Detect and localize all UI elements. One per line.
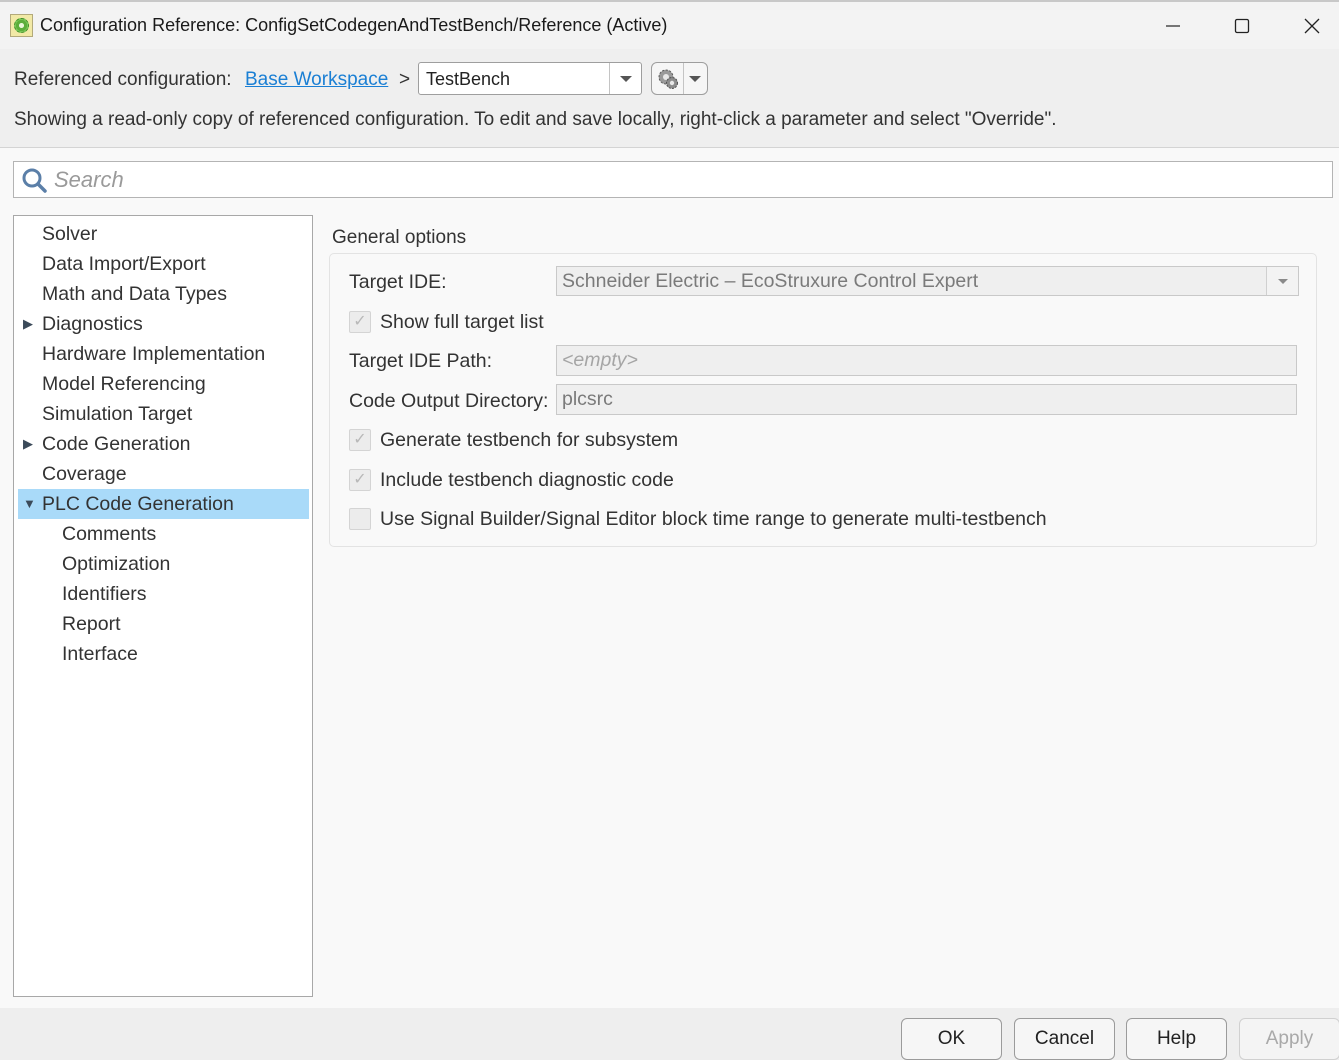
tree-item-code-generation[interactable]: ▶ Code Generation [18,429,309,459]
target-ide-select[interactable]: Schneider Electric – EcoStruxure Control… [556,266,1299,296]
tree-item-label: Diagnostics [42,313,143,335]
maximize-button[interactable] [1222,8,1262,44]
checkmark-icon: ✓ [353,471,367,488]
tree-item-simulation-target[interactable]: Simulation Target [18,399,309,429]
configuration-select[interactable]: TestBench [418,62,642,95]
tree-item-label: Hardware Implementation [42,343,266,365]
include-diagnostic-row[interactable]: ✓ Include testbench diagnostic code [349,468,674,492]
base-workspace-link[interactable]: Base Workspace [245,69,388,91]
target-ide-value: Schneider Electric – EcoStruxure Control… [562,270,979,292]
tree-item-label: Comments [62,523,157,545]
target-ide-path-placeholder: <empty> [562,349,638,371]
dialog-footer: OK Cancel Help Apply [0,1008,1339,1060]
tree-item-solver[interactable]: Solver [18,219,309,249]
tree-item-comments[interactable]: Comments [18,519,309,549]
collapsed-arrow-icon[interactable]: ▶ [23,429,33,459]
close-icon [1304,18,1320,34]
reference-header: Referenced configuration: Base Workspace… [0,49,1339,148]
code-output-directory-label: Code Output Directory: [349,390,549,412]
generate-testbench-row[interactable]: ✓ Generate testbench for subsystem [349,428,678,452]
settings-dropdown[interactable] [683,63,707,94]
maximize-icon [1234,18,1250,34]
search-box[interactable] [13,161,1333,198]
use-signal-builder-label: Use Signal Builder/Signal Editor block t… [380,507,1047,530]
chevron-down-icon [619,75,632,82]
tree-item-model-referencing[interactable]: Model Referencing [18,369,309,399]
tree-item-plc-code-generation[interactable]: ▼ PLC Code Generation [18,489,309,519]
tree-item-label: Report [62,613,121,635]
configuration-select-dropdown[interactable] [609,63,641,94]
minimize-button[interactable] [1153,8,1193,44]
tree-item-label: Optimization [62,553,171,575]
code-output-directory-value: plcsrc [562,388,613,410]
target-ide-path-field[interactable]: <empty> [556,345,1297,376]
target-ide-path-label: Target IDE Path: [349,350,493,372]
search-input[interactable] [52,164,1322,195]
gear-icon [658,69,678,89]
section-title: General options [332,227,467,248]
tree-item-optimization[interactable]: Optimization [18,549,309,579]
include-diagnostic-label: Include testbench diagnostic code [380,468,674,491]
tree-item-coverage[interactable]: Coverage [18,459,309,489]
tree-item-hardware-implementation[interactable]: Hardware Implementation [18,339,309,369]
target-ide-label: Target IDE: [349,271,447,293]
code-output-directory-field[interactable]: plcsrc [556,384,1297,415]
include-diagnostic-checkbox[interactable]: ✓ [349,469,371,491]
chevron-down-icon [689,75,701,82]
breadcrumb-separator: > [399,69,411,90]
generate-testbench-checkbox[interactable]: ✓ [349,429,371,451]
tree-item-math-and-data-types[interactable]: Math and Data Types [18,279,309,309]
cancel-button[interactable]: Cancel [1014,1018,1115,1060]
ok-button[interactable]: OK [901,1018,1002,1060]
show-full-target-list-checkbox[interactable]: ✓ [349,311,371,333]
tree-item-report[interactable]: Report [18,609,309,639]
config-set-icon [10,14,33,37]
help-button[interactable]: Help [1126,1018,1227,1060]
chevron-down-icon [1277,278,1288,284]
collapsed-arrow-icon[interactable]: ▶ [23,309,33,339]
tree-item-label: Interface [62,643,138,665]
settings-menu-button[interactable] [651,62,708,95]
checkmark-icon: ✓ [353,431,367,448]
tree-item-label: Coverage [42,463,127,485]
use-signal-builder-checkbox[interactable] [349,508,371,530]
search-icon [22,168,47,193]
settings-button[interactable] [652,63,684,94]
close-button[interactable] [1292,8,1332,44]
tree-item-label: Model Referencing [42,373,206,395]
tree-item-label: Data Import/Export [42,253,206,275]
use-signal-builder-row[interactable]: Use Signal Builder/Signal Editor block t… [349,507,1047,531]
category-tree: Solver Data Import/Export Math and Data Ty… [13,215,313,997]
title-bar: Configuration Reference: ConfigSetCodege… [0,0,1339,49]
referenced-configuration-label: Referenced configuration: [14,69,232,90]
window-title: Configuration Reference: ConfigSetCodege… [40,15,668,35]
apply-button[interactable]: Apply [1239,1018,1339,1060]
configuration-select-value: TestBench [426,69,511,89]
tree-item-label: Simulation Target [42,403,193,425]
tree-item-interface[interactable]: Interface [18,639,309,669]
checkmark-icon: ✓ [353,313,367,330]
show-full-target-list-label: Show full target list [380,310,544,333]
tree-item-label: Identifiers [62,583,147,605]
target-ide-dropdown[interactable] [1266,267,1298,295]
tree-item-label: Solver [42,223,98,245]
tree-item-diagnostics[interactable]: ▶ Diagnostics [18,309,309,339]
read-only-info: Showing a read-only copy of referenced c… [14,109,1057,130]
generate-testbench-label: Generate testbench for subsystem [380,428,679,451]
expanded-arrow-icon[interactable]: ▼ [23,489,36,519]
tree-item-label: Code Generation [42,433,191,455]
tree-item-identifiers[interactable]: Identifiers [18,579,309,609]
tree-item-label: Math and Data Types [42,283,228,305]
show-full-target-list-row[interactable]: ✓ Show full target list [349,310,544,334]
tree-item-label: PLC Code Generation [42,493,234,515]
minimize-icon [1166,25,1180,27]
tree-item-data-import-export[interactable]: Data Import/Export [18,249,309,279]
